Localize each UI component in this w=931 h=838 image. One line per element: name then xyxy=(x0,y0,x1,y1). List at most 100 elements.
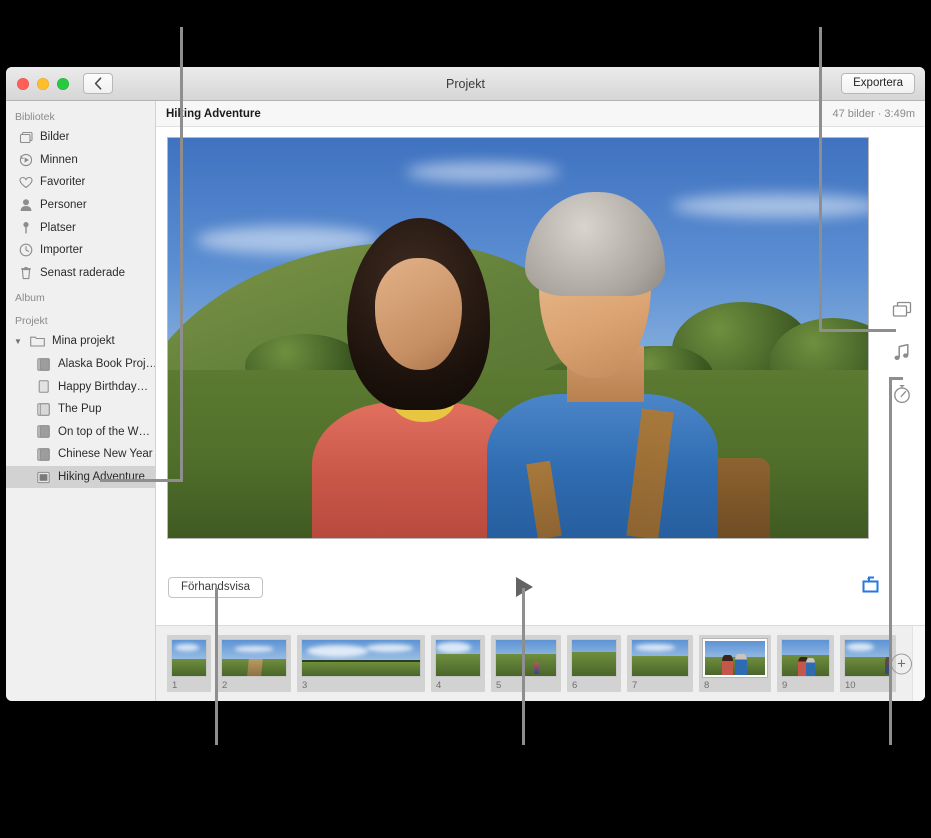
filmstrip-thumbnail-selected[interactable]: 8 xyxy=(699,635,771,692)
close-button[interactable] xyxy=(17,77,29,90)
callout-music xyxy=(889,377,892,745)
sidebar-item-label: On top of the W… xyxy=(58,425,151,438)
sidebar-item-importer[interactable]: Importer xyxy=(6,239,155,262)
sidebar-item-chinese-new-year[interactable]: Chinese New Year xyxy=(6,443,155,466)
trash-icon xyxy=(18,265,33,280)
sidebar-item-bilder[interactable]: Bilder xyxy=(6,126,155,149)
callout-project-name xyxy=(180,27,183,482)
main-panel: Hiking Adventure 47 bilder · 3:49m Förha… xyxy=(156,101,925,701)
export-button[interactable]: Exportera xyxy=(841,73,915,94)
thumbnail-image xyxy=(844,639,892,677)
book-icon xyxy=(36,402,51,417)
cloud xyxy=(436,642,472,653)
cloud xyxy=(635,643,675,651)
thumbnail-number: 8 xyxy=(704,680,710,691)
playback-controls: Förhandsvisa xyxy=(156,568,925,625)
folder-icon xyxy=(30,334,45,349)
sidebar-header-bibliotek: Bibliotek xyxy=(15,111,55,123)
thumbnail-image xyxy=(781,639,830,677)
trail-path xyxy=(246,659,263,676)
thumbnail-number: 9 xyxy=(782,680,788,691)
callout-project-name-elbow xyxy=(100,479,183,482)
sidebar-item-minnen[interactable]: Minnen xyxy=(6,149,155,172)
book-icon xyxy=(36,357,51,372)
cloud xyxy=(234,646,274,652)
sidebar-item-alaska-book-project[interactable]: Alaska Book Proj… xyxy=(6,353,155,376)
sidebar-item-favoriter[interactable]: Favoriter xyxy=(6,171,155,194)
thumbnail-image xyxy=(702,638,768,678)
sidebar-item-label: Bilder xyxy=(40,131,70,144)
slideshow-icon xyxy=(36,470,51,485)
project-header: Hiking Adventure 47 bilder · 3:49m xyxy=(156,101,925,127)
sidebar-item-hiking-adventure[interactable]: Hiking Adventure xyxy=(6,465,155,489)
chevron-down-icon[interactable]: ▼ xyxy=(14,337,23,346)
thumbnail-image xyxy=(631,639,689,677)
filmstrip-thumbnail[interactable]: 6 xyxy=(567,635,621,692)
back-button[interactable] xyxy=(83,73,113,94)
sidebar-item-label: The Pup xyxy=(58,403,102,416)
sidebar-item-personer[interactable]: Personer xyxy=(6,194,155,217)
music-icon[interactable] xyxy=(891,341,913,363)
thumbnail-number: 4 xyxy=(436,680,442,691)
thumbnail-number: 10 xyxy=(845,680,856,691)
duration-icon[interactable] xyxy=(891,383,913,405)
cloud xyxy=(406,162,560,182)
sidebar-item-platser[interactable]: Platser xyxy=(6,216,155,239)
thumbnail-image xyxy=(171,639,207,677)
preview-stage xyxy=(156,127,925,568)
memories-icon xyxy=(18,152,33,167)
thumbnail-number: 5 xyxy=(496,680,502,691)
cloud xyxy=(174,644,199,651)
callout-music-elbow xyxy=(889,377,903,380)
sidebar-item-label: Importer xyxy=(40,244,83,257)
grass xyxy=(496,653,556,676)
project-meta: 47 bilder · 3:49m xyxy=(832,107,915,120)
sidebar-item-mina-projekt[interactable]: ▼ Mina projekt xyxy=(6,330,155,353)
themes-icon[interactable] xyxy=(891,299,913,321)
traffic-light-group xyxy=(17,77,69,90)
man-torso xyxy=(486,394,718,538)
sidebar-header-album: Album xyxy=(15,292,45,305)
sidebar-header-projekt: Projekt xyxy=(15,315,48,328)
thumbnail-image xyxy=(495,639,557,677)
photos-icon xyxy=(18,130,33,145)
man xyxy=(735,653,747,675)
add-photos-button[interactable]: + xyxy=(891,653,912,674)
zoom-button[interactable] xyxy=(57,77,69,90)
filmstrip[interactable]: 1 2 3 4 5 6 7 8 9 10 + xyxy=(156,625,925,701)
thumbnail-number: 2 xyxy=(222,680,228,691)
grass xyxy=(572,652,616,676)
filmstrip-thumbnail[interactable]: 5 xyxy=(491,635,561,692)
heart-icon xyxy=(18,175,33,190)
app-window: Projekt Exportera Bibliotek Bilder Minne xyxy=(6,67,925,701)
book-icon xyxy=(36,424,51,439)
window-title: Projekt xyxy=(446,76,485,91)
filmstrip-scrollbar[interactable] xyxy=(912,626,925,701)
share-icon[interactable] xyxy=(861,576,881,596)
filmstrip-thumbnail[interactable]: 2 xyxy=(217,635,291,692)
filmstrip-thumbnail[interactable]: 10 xyxy=(840,635,896,692)
callout-play xyxy=(522,588,525,745)
filmstrip-thumbnail[interactable]: 3 xyxy=(297,635,425,692)
sidebar-item-happy-birthday[interactable]: Happy Birthday… xyxy=(6,375,155,398)
title-bar: Projekt Exportera xyxy=(6,67,925,101)
filmstrip-thumbnail[interactable]: 4 xyxy=(431,635,485,692)
sidebar-item-label: Platser xyxy=(40,221,76,234)
clock-icon xyxy=(18,243,33,258)
callout-preview xyxy=(215,588,218,745)
grass xyxy=(436,653,480,676)
chevron-left-icon xyxy=(94,77,102,90)
thumbnail-number: 7 xyxy=(632,680,638,691)
sidebar-item-label: Alaska Book Proj… xyxy=(58,358,155,371)
filmstrip-thumbnail[interactable]: 1 xyxy=(167,635,211,692)
minimize-button[interactable] xyxy=(37,77,49,90)
thumbnail-number: 3 xyxy=(302,680,308,691)
slideshow-preview-image[interactable] xyxy=(167,137,869,539)
filmstrip-thumbnail[interactable]: 9 xyxy=(777,635,834,692)
sidebar-item-on-top-of-the-world[interactable]: On top of the W… xyxy=(6,421,155,444)
sidebar-item-the-pup[interactable]: The Pup xyxy=(6,398,155,421)
sidebar-item-senast-raderade[interactable]: Senast raderade xyxy=(6,262,155,285)
filmstrip-thumbnail[interactable]: 7 xyxy=(627,635,693,692)
sidebar-item-label: Personer xyxy=(40,199,87,212)
sidebar-item-label: Chinese New Year xyxy=(58,448,153,461)
